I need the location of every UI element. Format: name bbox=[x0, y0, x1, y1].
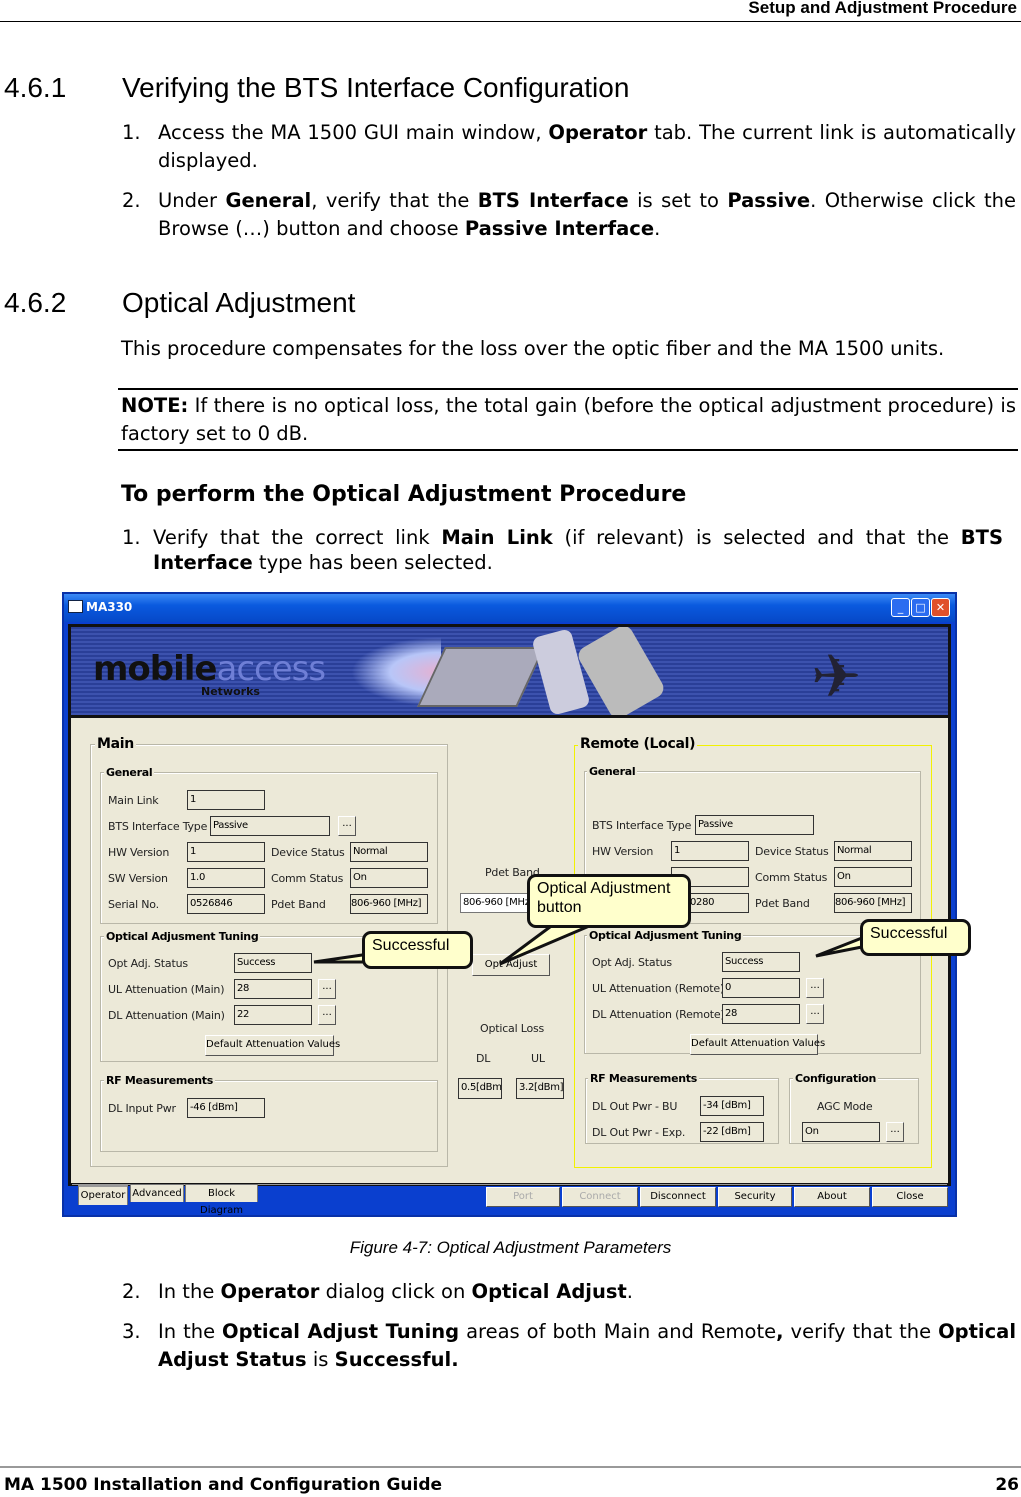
center-callout-pointer bbox=[499, 922, 595, 966]
running-header: Setup and Adjustment Procedure bbox=[748, 0, 1017, 17]
successful-callout-main: Successful bbox=[362, 931, 473, 969]
step-number: 2. bbox=[122, 189, 141, 212]
step-number: 2. bbox=[122, 1280, 141, 1303]
step-text: Access the MA 1500 GUI main window, Oper… bbox=[158, 121, 1016, 172]
figure-caption: Figure 4-7: Optical Adjustment Parameter… bbox=[349, 1238, 672, 1257]
section-title: Optical Adjustment bbox=[122, 287, 356, 318]
page-number: 26 bbox=[995, 1475, 1019, 1495]
footer-title: MA 1500 Installation and Configuration G… bbox=[4, 1475, 443, 1495]
step-text: In the Operator dialog click on Optical … bbox=[158, 1280, 633, 1303]
step-text: Verify that the correct link Main Link (… bbox=[153, 526, 1003, 574]
note-box: NOTE: If there is no optical loss, the t… bbox=[118, 388, 1018, 451]
step-number: 1. bbox=[122, 121, 141, 144]
successful-callout-remote: Successful bbox=[860, 919, 971, 956]
step-number: 1. bbox=[122, 526, 141, 549]
step-number: 3. bbox=[122, 1320, 141, 1343]
procedure-title: To perform the Optical Adjustment Proced… bbox=[121, 482, 687, 507]
header-rule bbox=[0, 21, 1021, 22]
section-title: Verifying the BTS Interface Configuratio… bbox=[122, 72, 630, 103]
callout-pointers bbox=[313, 922, 869, 966]
ma330-window: MA330 _ □ ✕ mobileaccess Networks ✈ Main… bbox=[62, 592, 971, 1217]
intro-paragraph: This procedure compensates for the loss … bbox=[121, 337, 945, 360]
left-callout-pointer bbox=[313, 952, 371, 964]
step-text: Under General, verify that the BTS Inter… bbox=[158, 189, 1016, 240]
section-number: 4.6.1 bbox=[4, 72, 67, 103]
footer-rule bbox=[0, 1466, 1021, 1468]
section-number: 4.6.2 bbox=[4, 287, 67, 318]
note-text: NOTE: If there is no optical loss, the t… bbox=[121, 394, 1016, 445]
step-text: In the Optical Adjust Tuning areas of bo… bbox=[158, 1320, 1017, 1371]
opt-adjust-callout: Optical Adjustment button bbox=[527, 874, 691, 928]
